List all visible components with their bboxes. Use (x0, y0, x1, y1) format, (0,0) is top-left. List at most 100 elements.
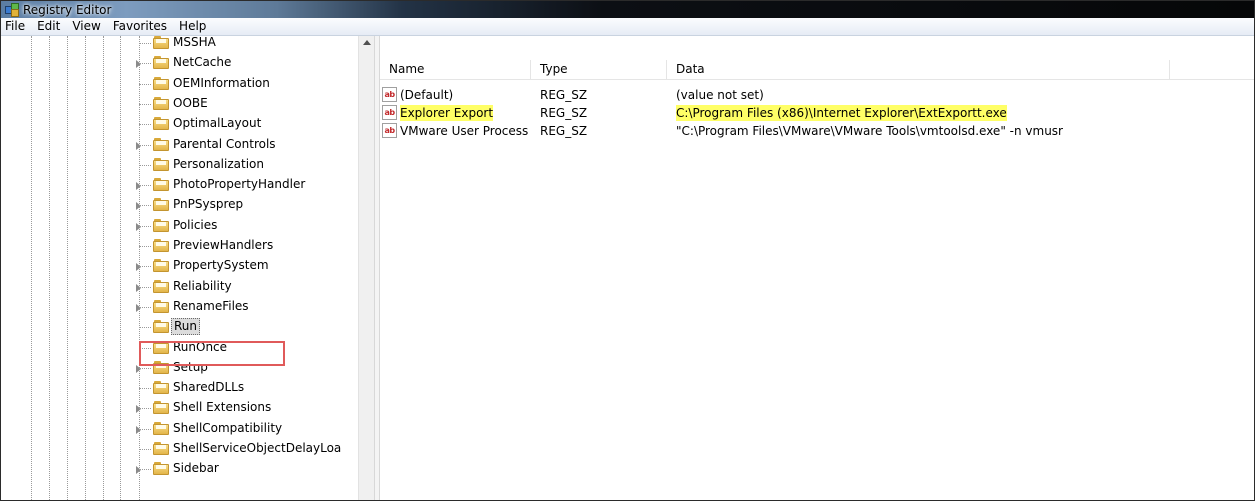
menu-file[interactable]: File (1, 18, 31, 35)
tree-item[interactable]: OOBE (1, 94, 358, 114)
folder-icon (153, 239, 170, 252)
tree-item-label: PreviewHandlers (173, 238, 274, 252)
expand-arrow-icon[interactable] (136, 466, 141, 475)
expand-arrow-icon[interactable] (136, 405, 141, 414)
string-value-icon: ab (382, 87, 397, 102)
folder-icon (153, 401, 170, 415)
folder-icon (153, 36, 170, 49)
folder-icon (153, 157, 170, 171)
expand-arrow-icon[interactable] (136, 182, 141, 191)
registry-editor-icon (5, 3, 19, 17)
value-name: (Default) (400, 88, 454, 102)
tree-item-label: Policies (173, 217, 218, 232)
tree-item-label: PropertySystem (173, 258, 269, 273)
tree-connector-line (139, 246, 151, 247)
column-header-data[interactable]: Data (667, 60, 1170, 79)
tree-item[interactable]: MSSHA (1, 36, 358, 53)
tree-item[interactable]: PropertySystem (1, 256, 358, 276)
tree-item[interactable]: Policies (1, 216, 358, 236)
menu-bar: File Edit View Favorites Help (1, 18, 1254, 36)
expand-arrow-icon[interactable] (136, 425, 141, 434)
tree-item-label: MSSHA (173, 36, 216, 49)
tree-connector-line (139, 449, 151, 450)
folder-icon (153, 178, 170, 192)
folder-icon (153, 299, 170, 313)
column-header-type[interactable]: Type (531, 60, 667, 79)
tree-item-label: Sidebar (173, 461, 219, 476)
tree-item[interactable]: ShellServiceObjectDelayLoa (1, 439, 358, 459)
scroll-up-arrow-icon[interactable] (363, 40, 371, 45)
expand-arrow-icon[interactable] (136, 141, 141, 150)
tree-item[interactable]: Run (1, 317, 358, 337)
menu-favorites[interactable]: Favorites (107, 18, 173, 35)
tree-item[interactable]: Parental Controls (1, 135, 358, 155)
tree-item-label: NetCache (173, 55, 232, 70)
registry-key-tree[interactable]: MSSHA NetCache OEMInformation OOBE OptimalLa… (1, 36, 358, 500)
tree-connector-line (139, 124, 151, 126)
folder-icon (153, 442, 170, 455)
value-data: C:\Program Files (x86)\Internet Explorer… (676, 105, 1007, 121)
tree-item-label: ShellServiceObjectDelayLoa (173, 441, 342, 455)
tree-item[interactable]: Personalization (1, 155, 358, 175)
tree-item[interactable]: ShellCompatibility (1, 419, 358, 439)
expand-arrow-icon[interactable] (136, 202, 141, 211)
tree-item-label: OOBE (173, 95, 208, 110)
value-type: REG_SZ (540, 106, 588, 120)
value-row[interactable]: ab (Default) REG_SZ (value not set) (380, 86, 1254, 104)
tree-item-label: Personalization (173, 156, 264, 171)
window-title: Registry Editor (23, 2, 112, 17)
tree-item[interactable]: RenameFiles (1, 297, 358, 317)
folder-icon (153, 259, 170, 273)
expand-arrow-icon[interactable] (136, 303, 141, 312)
tree-item[interactable]: OEMInformation (1, 74, 358, 94)
tree-connector-line (139, 469, 151, 471)
registry-values-list[interactable]: Name Type Data ab (Default) REG_SZ (value n… (380, 36, 1254, 500)
menu-help[interactable]: Help (173, 18, 212, 35)
tree-item[interactable]: PnPSysprep (1, 195, 358, 215)
tree-connector-line (139, 388, 151, 390)
tree-item-label: ShellCompatibility (173, 420, 283, 435)
tree-item-label: SharedDLLs (173, 380, 245, 395)
tree-item[interactable]: SharedDLLs (1, 378, 358, 398)
tree-item[interactable]: PhotoPropertyHandler (1, 175, 358, 195)
menu-edit[interactable]: Edit (31, 18, 66, 35)
list-header: Name Type Data (380, 60, 1254, 80)
folder-icon (153, 56, 170, 70)
folder-icon (153, 218, 170, 232)
tree-item-label: OEMInformation (173, 75, 270, 90)
tree-item[interactable]: Shell Extensions (1, 398, 358, 418)
expand-arrow-icon[interactable] (136, 283, 141, 292)
run-key-annotation-box (139, 341, 285, 366)
tree-connector-line (139, 43, 151, 44)
folder-icon (153, 381, 170, 395)
value-row[interactable]: ab VMware User Process REG_SZ "C:\Program F… (380, 122, 1254, 140)
value-data: (value not set) (676, 88, 764, 102)
column-header-name[interactable]: Name (380, 60, 531, 79)
tree-connector-line (139, 266, 151, 268)
tree-item-label: Parental Controls (173, 136, 276, 151)
folder-icon (153, 117, 170, 131)
tree-item[interactable]: Reliability (1, 277, 358, 297)
value-name: VMware User Process (400, 124, 529, 138)
value-row[interactable]: ab Explorer Export REG_SZ C:\Program Files … (380, 104, 1254, 122)
tree-connector-line (139, 408, 151, 410)
folder-icon (153, 198, 170, 212)
string-value-icon: ab (382, 123, 397, 138)
tree-connector-line (139, 327, 151, 329)
tree-item[interactable]: PreviewHandlers (1, 236, 358, 256)
tree-connector-line (139, 225, 151, 227)
expand-arrow-icon[interactable] (136, 60, 141, 69)
menu-view[interactable]: View (66, 18, 106, 35)
title-bar[interactable]: Registry Editor (1, 1, 1254, 18)
tree-vertical-scrollbar[interactable] (358, 36, 375, 500)
tree-item[interactable]: OptimalLayout (1, 114, 358, 134)
tree-item-label: OptimalLayout (173, 116, 262, 131)
expand-arrow-icon[interactable] (136, 222, 141, 231)
tree-connector-line (139, 185, 151, 187)
tree-item[interactable]: NetCache (1, 53, 358, 73)
tree-item-label: PhotoPropertyHandler (173, 177, 306, 192)
tree-item[interactable]: Sidebar (1, 459, 358, 479)
expand-arrow-icon[interactable] (136, 263, 141, 272)
tree-item-label: Reliability (173, 278, 232, 293)
tree-item-label: Shell Extensions (173, 400, 272, 415)
